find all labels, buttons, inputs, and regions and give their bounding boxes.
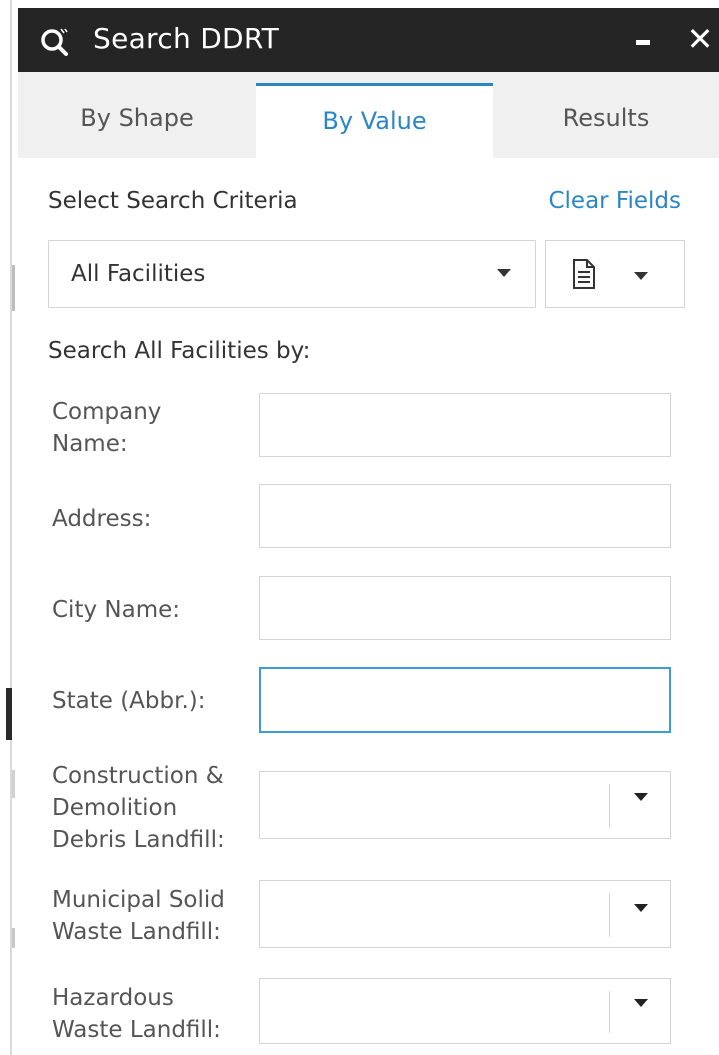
- state-abbr-label: State (Abbr.):: [52, 688, 206, 714]
- map-edge-dark-mark: [6, 688, 12, 740]
- panel-title: Search DDRT: [93, 22, 280, 55]
- city-name-label: City Name:: [52, 597, 180, 623]
- chevron-down-icon: [634, 272, 648, 280]
- select-divider: [609, 991, 610, 1033]
- cd-landfill-label: Construction & Demolition Debris Landfil…: [52, 760, 225, 856]
- haz-landfill-select[interactable]: [259, 978, 671, 1044]
- search-criteria-label: Select Search Criteria: [48, 188, 298, 214]
- msw-landfill-label-line1: Municipal Solid: [52, 887, 225, 913]
- msw-landfill-label-line2: Waste Landfill:: [52, 919, 221, 945]
- cd-landfill-label-line1: Construction &: [52, 763, 224, 789]
- cd-landfill-label-line3: Debris Landfill:: [52, 827, 225, 853]
- tab-by-shape[interactable]: By Shape: [18, 86, 256, 158]
- title-bar: Search DDRT ✕: [18, 8, 719, 72]
- cd-landfill-select[interactable]: [259, 771, 671, 839]
- map-edge-mark: [12, 928, 15, 948]
- export-menu-button[interactable]: [545, 240, 685, 308]
- search-icon: [41, 28, 68, 56]
- search-panel: Search DDRT ✕ By Shape By Value Results …: [18, 8, 719, 1055]
- document-icon: [573, 259, 595, 289]
- address-input[interactable]: [259, 484, 671, 548]
- company-name-label-line2: Name:: [52, 431, 128, 457]
- search-by-label: Search All Facilities by:: [48, 338, 311, 364]
- company-name-label-line1: Company: [52, 399, 162, 425]
- cd-landfill-label-line2: Demolition: [52, 795, 178, 821]
- map-background-edge: [0, 0, 18, 1055]
- minimize-icon: [636, 40, 650, 45]
- haz-landfill-label-line2: Waste Landfill:: [52, 1017, 221, 1043]
- tab-results[interactable]: Results: [493, 86, 719, 158]
- clear-fields-link[interactable]: Clear Fields: [548, 188, 681, 214]
- haz-landfill-label: Hazardous Waste Landfill:: [52, 982, 221, 1046]
- close-icon: ✕: [686, 20, 714, 58]
- state-abbr-input[interactable]: [259, 667, 671, 733]
- tab-by-value[interactable]: By Value: [256, 83, 493, 161]
- company-name-input[interactable]: [259, 393, 671, 457]
- chevron-down-icon: [634, 904, 648, 912]
- minimize-button[interactable]: [630, 28, 658, 56]
- search-criteria-value: All Facilities: [71, 261, 206, 287]
- select-divider: [609, 893, 610, 937]
- select-divider: [609, 784, 610, 828]
- panel-edge-line: [10, 0, 12, 1055]
- company-name-label: Company Name:: [52, 396, 161, 460]
- city-name-input[interactable]: [259, 576, 671, 640]
- msw-landfill-select[interactable]: [259, 880, 671, 948]
- chevron-down-icon: [634, 793, 648, 801]
- chevron-down-icon: [497, 269, 511, 277]
- tab-bar: By Shape By Value Results: [18, 72, 719, 161]
- msw-landfill-label: Municipal Solid Waste Landfill:: [52, 884, 225, 948]
- close-button[interactable]: ✕: [682, 18, 718, 60]
- map-edge-mark: [12, 265, 15, 311]
- search-criteria-select[interactable]: All Facilities: [48, 240, 536, 308]
- chevron-down-icon: [634, 999, 648, 1007]
- address-label: Address:: [52, 506, 152, 532]
- haz-landfill-label-line1: Hazardous: [52, 985, 174, 1011]
- map-edge-mark: [12, 770, 15, 798]
